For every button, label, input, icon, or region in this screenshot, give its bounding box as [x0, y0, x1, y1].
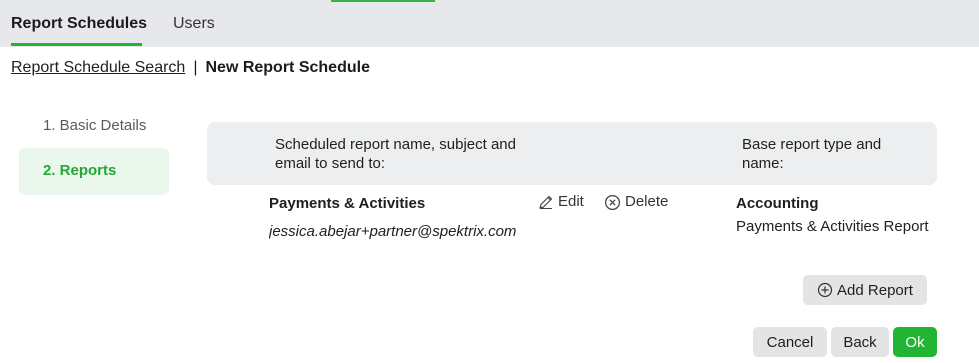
step-reports[interactable]: 2. Reports [19, 148, 169, 195]
back-button[interactable]: Back [831, 327, 889, 357]
base-report-name: Payments & Activities Report [736, 218, 929, 235]
tab-report-schedules[interactable]: Report Schedules [11, 14, 147, 34]
step-basic-details[interactable]: 1. Basic Details [19, 103, 169, 150]
breadcrumb-link-search[interactable]: Report Schedule Search [11, 59, 185, 76]
breadcrumb-separator: | [193, 59, 198, 76]
top-nav-bar: Report Schedules Users [0, 0, 979, 47]
add-report-button[interactable]: Add Report [803, 275, 927, 305]
circle-x-icon [604, 194, 621, 210]
delete-button[interactable]: Delete [604, 192, 668, 212]
column-header-name: Scheduled report name, subject and email… [275, 136, 516, 172]
column-header-base: Base report type and name: [742, 136, 882, 172]
ok-button[interactable]: Ok [893, 327, 937, 357]
add-report-label: Add Report [837, 281, 913, 299]
active-tab-indicator [11, 43, 142, 46]
breadcrumb: Report Schedule Search | New Report Schedu… [11, 58, 370, 78]
page-title: New Report Schedule [205, 59, 370, 76]
cancel-button[interactable]: Cancel [753, 327, 827, 357]
pencil-icon [539, 195, 553, 209]
delete-label: Delete [625, 193, 669, 210]
base-report-type: Accounting [736, 195, 819, 212]
edit-button[interactable]: Edit [538, 192, 584, 212]
circle-plus-icon [817, 282, 833, 298]
edit-label: Edit [558, 193, 584, 210]
report-email: jessica.abejar+partner@spektrix.com [269, 223, 517, 240]
loading-indicator [331, 0, 435, 2]
report-title: Payments & Activities [269, 195, 426, 212]
reports-table-header: Scheduled report name, subject and email… [207, 122, 937, 185]
tab-users[interactable]: Users [173, 14, 215, 34]
